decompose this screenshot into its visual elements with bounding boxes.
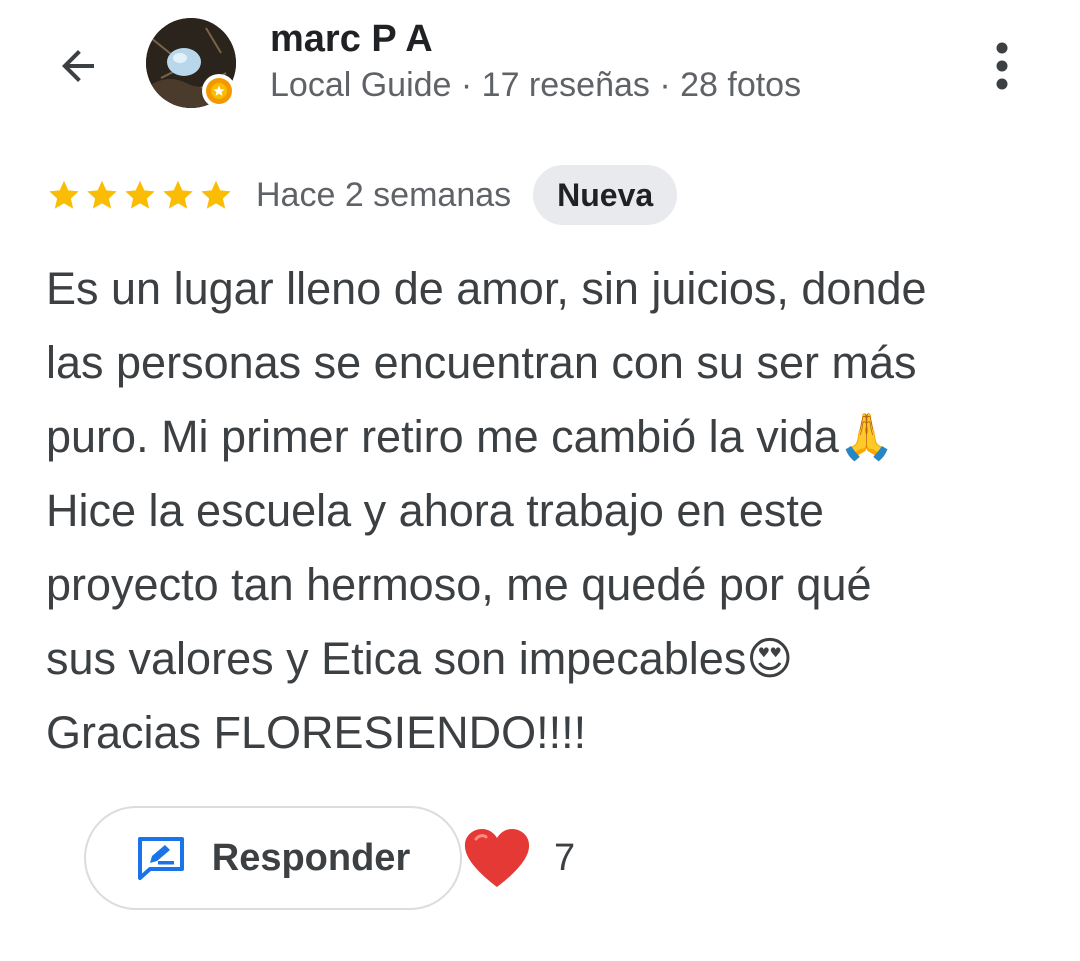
local-guide-badge-icon xyxy=(202,74,236,108)
reviewer-meta: Local Guide · 17 reseñas · 28 fotos xyxy=(270,66,802,104)
heart-reaction[interactable]: 7 xyxy=(462,818,575,898)
reply-edit-icon xyxy=(137,837,184,880)
star-icon xyxy=(163,180,193,209)
star-icon xyxy=(87,180,117,209)
red-heart-icon xyxy=(464,829,530,887)
reply-button-label: Responder xyxy=(211,836,411,879)
reply-button[interactable]: Responder xyxy=(84,806,462,910)
star-rating xyxy=(46,177,234,213)
review-text-line: Hice la escuela y ahora trabajo en este xyxy=(46,485,824,536)
review-date: Hace 2 semanas xyxy=(256,175,512,214)
review-text-line: proyecto tan hermoso, me quedé por qué xyxy=(46,559,872,610)
more-vertical-icon xyxy=(996,42,1008,90)
reviewer-name[interactable]: marc P A xyxy=(270,18,433,61)
review-text-line: sus valores y Etica son impecables😍 xyxy=(46,633,794,684)
review-text-line: Gracias FLORESIENDO!!!! xyxy=(46,707,587,758)
rating-row: Hace 2 semanas Nueva xyxy=(46,164,678,226)
star-icon xyxy=(125,180,155,209)
review-text-line: las personas se encuentran con su ser má… xyxy=(46,337,917,388)
review-text: Es un lugar lleno de amor, sin juicios, … xyxy=(46,252,1036,770)
star-icon xyxy=(49,180,79,209)
review-text-line: puro. Mi primer retiro me cambió la vida… xyxy=(46,411,895,462)
star-icon xyxy=(201,180,231,209)
more-options-button[interactable] xyxy=(976,34,1028,98)
back-button[interactable] xyxy=(46,34,110,98)
reaction-count: 7 xyxy=(554,836,576,879)
new-badge: Nueva xyxy=(533,165,678,225)
review-text-line: Es un lugar lleno de amor, sin juicios, … xyxy=(46,263,927,314)
arrow-left-icon xyxy=(62,50,94,82)
